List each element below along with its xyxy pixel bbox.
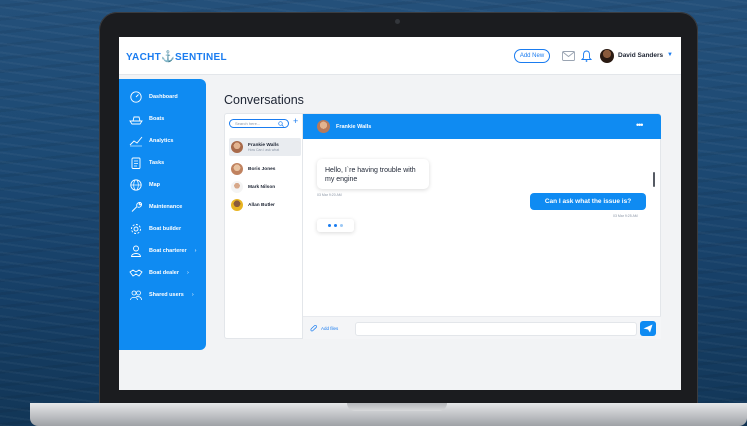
sidebar-item-label: Boat dealer — [149, 270, 179, 276]
typing-indicator — [317, 219, 354, 232]
globe-icon — [130, 179, 142, 191]
boat-icon — [129, 116, 143, 125]
sidebar-item-boat-dealer[interactable]: Boat dealer › — [129, 266, 205, 280]
conversation-list: Search here... + Frankie Walls How Can I… — [224, 113, 302, 339]
chat-header: Frankie Walls ••• — [303, 114, 661, 139]
sidebar-item-dashboard[interactable]: Dashboard — [129, 90, 205, 104]
sidebar-item-boat-builder[interactable]: Boat builder — [129, 222, 205, 236]
page-title: Conversations — [224, 93, 304, 107]
sidebar-item-label: Tasks — [149, 160, 165, 166]
chat-contact-name: Frankie Walls — [336, 124, 372, 130]
scrollbar[interactable] — [653, 172, 655, 187]
users-icon — [130, 290, 142, 301]
sidebar-item-label: Analytics — [149, 138, 174, 144]
message-input[interactable] — [355, 322, 637, 336]
typing-dot — [328, 224, 331, 227]
sidebar: Dashboard Boats Analytics Tasks Map Main… — [119, 79, 206, 350]
add-new-button[interactable]: Add New — [514, 49, 550, 63]
bell-icon[interactable] — [581, 50, 592, 62]
contact-preview: How Can I ask what — [248, 147, 280, 152]
sidebar-item-label: Boat builder — [149, 226, 182, 232]
avatar — [317, 120, 330, 133]
sidebar-item-tasks[interactable]: Tasks — [129, 156, 205, 170]
yacht-sentinel-logo[interactable]: YACHT⚓SENTINEL — [126, 50, 227, 63]
contact-item-mark-nilson[interactable]: Mark Nilson — [229, 178, 301, 196]
typing-dot — [334, 224, 337, 227]
avatar — [231, 163, 243, 175]
sidebar-item-analytics[interactable]: Analytics — [129, 134, 205, 148]
typing-dot — [340, 224, 343, 227]
send-button[interactable] — [640, 321, 656, 336]
contact-name: Allan Butler — [248, 202, 275, 208]
sidebar-item-shared-users[interactable]: Shared users › — [129, 288, 205, 302]
anchor-icon: ⚓ — [161, 51, 176, 63]
handshake-icon — [129, 269, 143, 277]
chevron-right-icon: › — [194, 248, 197, 254]
sidebar-item-map[interactable]: Map — [129, 178, 205, 192]
contact-name: Boris Jones — [248, 166, 276, 172]
outgoing-message: Can I ask what the issue is? — [530, 193, 646, 210]
message-timestamp: 03 Mar 9:25 AM — [613, 214, 638, 218]
add-files-link[interactable]: Add files — [321, 326, 338, 331]
user-avatar[interactable] — [600, 49, 614, 63]
chevron-down-icon[interactable]: ▼ — [667, 52, 673, 58]
avatar — [231, 199, 243, 211]
avatar — [231, 181, 243, 193]
chevron-right-icon: › — [191, 292, 194, 298]
sidebar-item-boat-charterer[interactable]: Boat charterer › — [129, 244, 205, 258]
sidebar-item-label: Maintenance — [149, 204, 183, 210]
contact-name: Frankie Walls — [248, 142, 279, 148]
clipboard-icon — [131, 157, 141, 169]
chevron-right-icon: › — [186, 270, 189, 276]
gear-icon — [131, 224, 141, 234]
sidebar-item-label: Shared users — [149, 292, 184, 298]
sidebar-item-boats[interactable]: Boats — [129, 112, 205, 126]
analytics-icon — [129, 136, 143, 147]
webcam — [395, 19, 400, 24]
app-screen: YACHT⚓SENTINEL Add New David Sanders ▼ D… — [119, 37, 681, 390]
user-name[interactable]: David Sanders — [618, 52, 663, 59]
chat-footer: Add files — [303, 316, 661, 339]
contact-name: Mark Nilson — [248, 184, 276, 190]
user-icon — [131, 245, 141, 257]
contact-item-frankie-walls[interactable]: Frankie Walls How Can I ask what — [229, 138, 301, 156]
gauge-icon — [130, 91, 142, 103]
top-bar: YACHT⚓SENTINEL Add New David Sanders ▼ — [119, 37, 681, 75]
sidebar-item-label: Boat charterer — [149, 248, 187, 254]
sidebar-item-maintenance[interactable]: Maintenance — [129, 200, 205, 214]
sidebar-item-label: Map — [149, 182, 160, 188]
chat-panel: Frankie Walls ••• Hello, I`re having tro… — [302, 113, 661, 339]
contact-item-boris-jones[interactable]: Boris Jones — [229, 160, 301, 178]
sidebar-item-label: Boats — [149, 116, 165, 122]
laptop-notch — [347, 403, 447, 411]
sidebar-item-label: Dashboard — [149, 94, 178, 100]
more-options-icon[interactable]: ••• — [636, 120, 644, 130]
send-icon — [643, 324, 653, 333]
wrench-icon — [131, 201, 143, 212]
incoming-message: Hello, I`re having trouble with my engin… — [317, 159, 429, 189]
paperclip-icon[interactable] — [310, 325, 318, 333]
plus-icon[interactable]: + — [293, 117, 298, 126]
avatar — [231, 141, 243, 153]
mail-icon[interactable] — [562, 51, 575, 61]
message-timestamp: 03 Mar 9:20 AM — [317, 193, 342, 197]
search-icon[interactable] — [278, 121, 284, 127]
contact-item-allan-butler[interactable]: Allan Butler — [229, 196, 301, 214]
